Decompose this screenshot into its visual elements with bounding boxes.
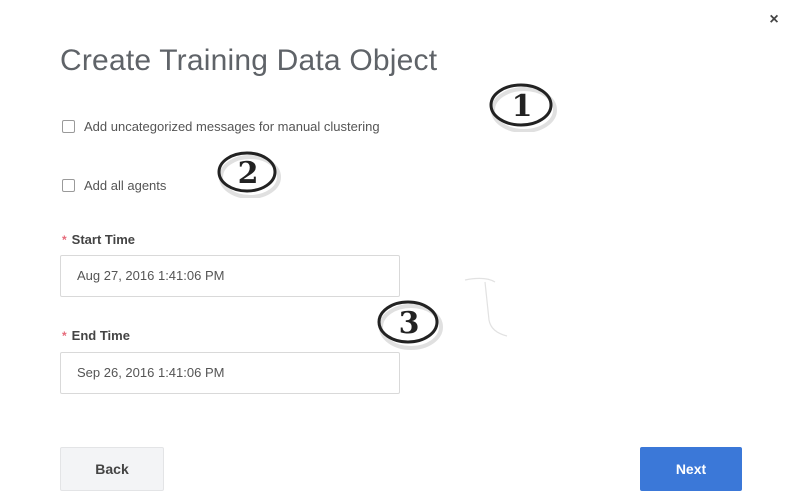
create-training-data-dialog: × Create Training Data Object Add uncate… <box>0 0 792 504</box>
end-time-input[interactable]: Sep 26, 2016 1:41:06 PM <box>60 352 400 394</box>
callout-1: 1 <box>486 80 558 132</box>
callout-2-number: 2 <box>237 155 259 191</box>
callout-2: 2 <box>214 148 282 198</box>
start-time-input[interactable]: Aug 27, 2016 1:41:06 PM <box>60 255 400 297</box>
option-uncategorized-messages[interactable]: Add uncategorized messages for manual cl… <box>62 119 380 134</box>
end-time-label: * End Time <box>62 328 130 343</box>
end-time-label-text: End Time <box>71 328 130 343</box>
callout-3: 3 <box>374 296 444 350</box>
uncategorized-messages-label: Add uncategorized messages for manual cl… <box>84 119 380 134</box>
all-agents-checkbox[interactable] <box>62 179 75 192</box>
uncategorized-messages-checkbox[interactable] <box>62 120 75 133</box>
close-icon: × <box>769 11 779 28</box>
callout-1-number: 1 <box>511 88 533 124</box>
back-button[interactable]: Back <box>60 447 164 491</box>
close-button[interactable]: × <box>764 10 784 30</box>
required-indicator: * <box>62 328 67 343</box>
next-button[interactable]: Next <box>640 447 742 491</box>
dialog-title: Create Training Data Object <box>60 44 438 77</box>
required-indicator: * <box>62 232 67 247</box>
sketch-marks <box>464 277 508 337</box>
option-all-agents[interactable]: Add all agents <box>62 178 166 193</box>
all-agents-label: Add all agents <box>84 178 167 193</box>
callout-3-number: 3 <box>398 305 420 341</box>
start-time-label: * Start Time <box>62 232 135 247</box>
start-time-label-text: Start Time <box>71 232 136 247</box>
